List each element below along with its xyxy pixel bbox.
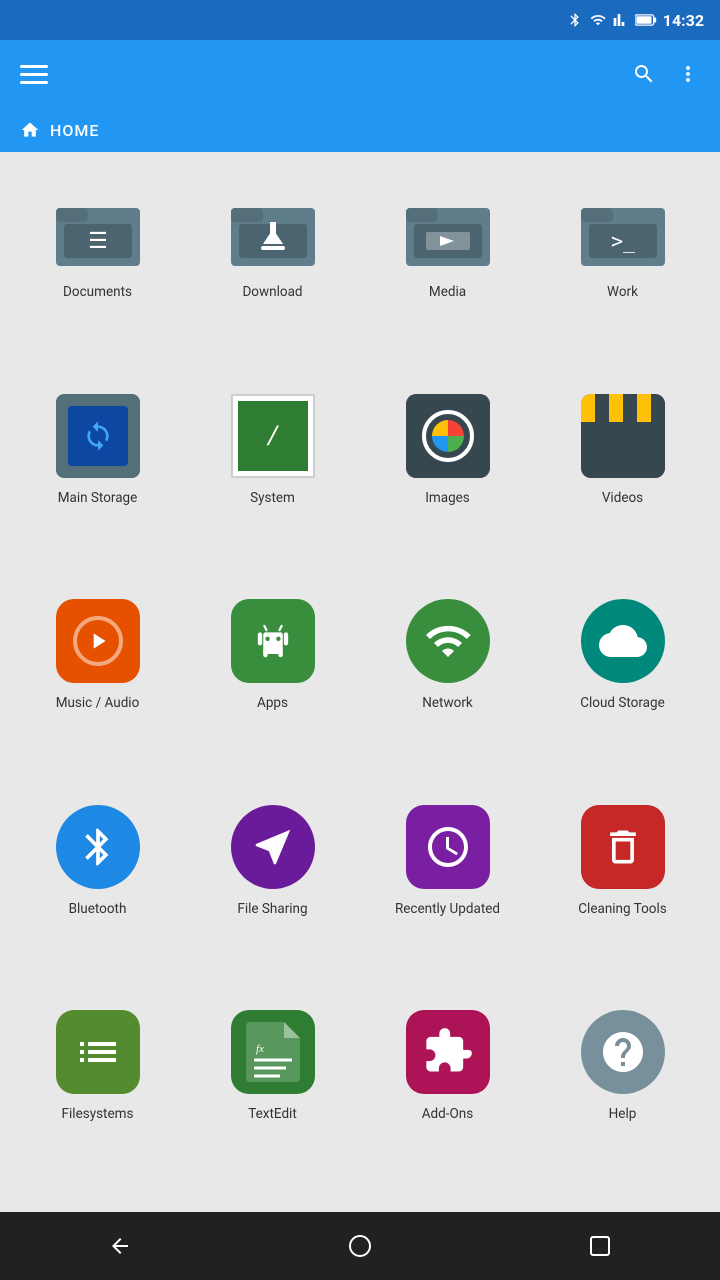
- item-label: Recently Updated: [395, 901, 500, 919]
- list-item[interactable]: Help: [535, 990, 710, 1196]
- item-label: TextEdit: [248, 1106, 297, 1124]
- svg-text:fx: fx: [256, 1043, 264, 1055]
- item-label: Download: [242, 284, 302, 302]
- item-label: Add-Ons: [422, 1106, 473, 1124]
- battery-status-icon: [635, 12, 657, 28]
- media-icon-wrapper: [404, 186, 492, 274]
- list-item[interactable]: / System: [185, 374, 360, 580]
- list-item[interactable]: Media: [360, 168, 535, 374]
- status-bar: 14:32: [0, 0, 720, 40]
- item-label: System: [250, 490, 295, 508]
- wifi-status-icon: [589, 12, 607, 28]
- item-label: Music / Audio: [56, 695, 140, 713]
- item-label: Cleaning Tools: [578, 901, 666, 919]
- item-label: Documents: [63, 284, 132, 302]
- recently-updated-icon-wrapper: [404, 803, 492, 891]
- list-item[interactable]: Download: [185, 168, 360, 374]
- top-bar-icons: [632, 62, 700, 86]
- file-sharing-icon-wrapper: [229, 803, 317, 891]
- status-icons: 14:32: [567, 11, 704, 30]
- item-label: File Sharing: [237, 901, 307, 919]
- signal-status-icon: [613, 12, 629, 28]
- images-icon-wrapper: [404, 392, 492, 480]
- recents-button[interactable]: [568, 1224, 632, 1268]
- network-icon-wrapper: [404, 597, 492, 685]
- item-label: Filesystems: [62, 1106, 134, 1124]
- list-item[interactable]: Add-Ons: [360, 990, 535, 1196]
- list-item[interactable]: Images: [360, 374, 535, 580]
- system-icon-wrapper: /: [229, 392, 317, 480]
- item-label: Work: [607, 284, 638, 302]
- item-label: Apps: [257, 695, 288, 713]
- documents-icon-wrapper: ☰: [54, 186, 142, 274]
- breadcrumb-label: Home: [50, 121, 99, 140]
- item-label: Bluetooth: [69, 901, 127, 919]
- list-item[interactable]: Videos: [535, 374, 710, 580]
- bluetooth-icon-wrapper: [54, 803, 142, 891]
- download-icon-wrapper: [229, 186, 317, 274]
- time-display: 14:32: [663, 11, 704, 30]
- videos-icon-wrapper: [579, 392, 667, 480]
- list-item[interactable]: Cleaning Tools: [535, 785, 710, 991]
- apps-icon-wrapper: [229, 597, 317, 685]
- list-item[interactable]: Bluetooth: [10, 785, 185, 991]
- item-label: Help: [609, 1106, 637, 1124]
- list-item[interactable]: ☰ Documents: [10, 168, 185, 374]
- list-item[interactable]: fx TextEdit: [185, 990, 360, 1196]
- list-item[interactable]: File Sharing: [185, 785, 360, 991]
- top-bar: [0, 40, 720, 108]
- item-label: Cloud Storage: [580, 695, 665, 713]
- item-label: Videos: [602, 490, 643, 508]
- help-icon-wrapper: [579, 1008, 667, 1096]
- more-menu-button[interactable]: [676, 62, 700, 86]
- list-item[interactable]: >_ Work: [535, 168, 710, 374]
- back-button[interactable]: [88, 1224, 152, 1268]
- item-label: Images: [425, 490, 470, 508]
- filesystems-icon-wrapper: [54, 1008, 142, 1096]
- bluetooth-status-icon: [567, 12, 583, 28]
- textedit-icon-wrapper: fx: [229, 1008, 317, 1096]
- work-icon-wrapper: >_: [579, 186, 667, 274]
- list-item[interactable]: Apps: [185, 579, 360, 785]
- list-item[interactable]: Music / Audio: [10, 579, 185, 785]
- item-label: Network: [422, 695, 472, 713]
- home-button[interactable]: [328, 1224, 392, 1268]
- add-ons-icon-wrapper: [404, 1008, 492, 1096]
- item-label: Main Storage: [58, 490, 138, 508]
- app-grid: ☰ Documents Download: [0, 152, 720, 1212]
- cloud-storage-icon-wrapper: [579, 597, 667, 685]
- cleaning-tools-icon-wrapper: [579, 803, 667, 891]
- list-item[interactable]: Recently Updated: [360, 785, 535, 991]
- music-audio-icon-wrapper: [54, 597, 142, 685]
- home-icon: [20, 120, 40, 140]
- list-item[interactable]: Cloud Storage: [535, 579, 710, 785]
- list-item[interactable]: Filesystems: [10, 990, 185, 1196]
- search-button[interactable]: [632, 62, 656, 86]
- svg-text:☰: ☰: [88, 229, 108, 254]
- svg-text:>_: >_: [610, 229, 635, 253]
- main-storage-icon-wrapper: [54, 392, 142, 480]
- bottom-nav: [0, 1212, 720, 1280]
- list-item[interactable]: Main Storage: [10, 374, 185, 580]
- menu-button[interactable]: [20, 65, 48, 84]
- item-label: Media: [429, 284, 466, 302]
- list-item[interactable]: Network: [360, 579, 535, 785]
- breadcrumb: Home: [0, 108, 720, 152]
